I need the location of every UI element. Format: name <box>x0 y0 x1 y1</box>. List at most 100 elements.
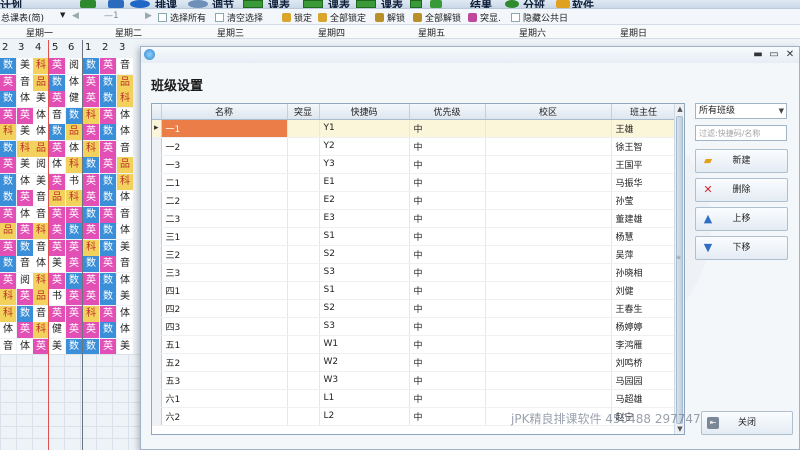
highlight-cell[interactable] <box>287 209 320 228</box>
highlight-cell[interactable] <box>287 389 320 408</box>
schedule-cell[interactable]: 品 <box>117 157 133 173</box>
toolbar-item-timetable-3[interactable]: 课表 <box>381 0 403 8</box>
schedule-cell[interactable]: 英 <box>83 173 99 190</box>
campus-cell[interactable] <box>485 227 612 246</box>
schedule-cell[interactable]: 音 <box>0 338 16 355</box>
schedule-cell[interactable]: 数 <box>66 223 82 239</box>
table-row[interactable]: 二2 E2 中 孙莹 <box>152 191 677 210</box>
class-name-cell[interactable]: 一3 <box>161 155 288 174</box>
lock-all-button[interactable]: 全部锁定 <box>318 11 366 24</box>
schedule-cell[interactable]: 英 <box>100 338 116 355</box>
chevron-down-icon[interactable]: ▼ <box>60 11 65 19</box>
teacher-cell[interactable]: 徐王智 <box>611 137 677 156</box>
schedule-cell[interactable]: 体 <box>33 256 49 272</box>
schedule-cell[interactable]: 体 <box>117 190 133 206</box>
priority-cell[interactable]: 中 <box>409 335 486 354</box>
schedule-cell[interactable]: 英 <box>66 256 82 272</box>
schedule-cell[interactable]: 英 <box>17 289 33 305</box>
schedule-cell[interactable]: 音 <box>33 239 49 256</box>
toolbar-item-timetable-2[interactable]: 课表 <box>328 0 350 8</box>
schedule-cell[interactable]: 品 <box>33 140 49 157</box>
unlock-button[interactable]: 解锁 <box>375 11 405 24</box>
schedule-cell[interactable]: 体 <box>49 157 65 173</box>
schedule-cell[interactable]: 体 <box>33 124 49 140</box>
row-header[interactable] <box>152 389 162 408</box>
schedule-cell[interactable]: 科 <box>117 91 133 107</box>
code-cell[interactable]: E2 <box>319 191 410 210</box>
priority-cell[interactable]: 中 <box>409 317 486 336</box>
highlight-cell[interactable] <box>287 191 320 210</box>
teacher-cell[interactable]: 马园园 <box>611 371 677 390</box>
class-name-cell[interactable]: 三1 <box>161 227 288 246</box>
toolbar-item-result[interactable]: 结果 <box>470 0 492 8</box>
code-cell[interactable]: E3 <box>319 209 410 228</box>
schedule-cell[interactable]: 音 <box>49 107 65 124</box>
highlight-button[interactable]: 突显. <box>468 11 501 24</box>
highlight-cell[interactable] <box>287 353 320 372</box>
schedule-cell[interactable]: 英 <box>100 140 116 157</box>
schedule-cell[interactable]: 阅 <box>33 157 49 173</box>
schedule-cell[interactable]: 英 <box>66 239 82 256</box>
schedule-cell[interactable]: 数 <box>49 124 65 140</box>
schedule-cell[interactable]: 英 <box>83 223 99 239</box>
schedule-cell[interactable]: 体 <box>117 107 133 124</box>
row-header[interactable] <box>152 155 162 174</box>
schedule-cell[interactable]: 科 <box>0 124 16 140</box>
schedule-cell[interactable]: 英 <box>100 305 116 322</box>
class-name-cell[interactable]: 一2 <box>161 137 288 156</box>
schedule-cell[interactable]: 英 <box>83 272 99 289</box>
schedule-cell[interactable]: 科 <box>83 140 99 157</box>
code-cell[interactable]: S1 <box>319 227 410 246</box>
schedule-cell[interactable]: 科 <box>66 157 82 173</box>
row-pointer-icon[interactable]: ▸ <box>152 119 162 138</box>
schedule-cell[interactable]: 数 <box>100 223 116 239</box>
schedule-cell[interactable]: 科 <box>83 107 99 124</box>
schedule-cell[interactable]: 数 <box>83 338 99 355</box>
schedule-cell[interactable]: 体 <box>17 173 33 190</box>
schedule-cell[interactable]: 英 <box>17 190 33 206</box>
schedule-cell[interactable]: 英 <box>66 305 82 322</box>
schedule-cell[interactable]: 数 <box>100 74 116 91</box>
schedule-cell[interactable]: 英 <box>17 322 33 338</box>
priority-cell[interactable]: 中 <box>409 371 486 390</box>
highlight-cell[interactable] <box>287 335 320 354</box>
schedule-cell[interactable]: 书 <box>49 289 65 305</box>
table-row[interactable]: 三3 S3 中 孙晓相 <box>152 263 677 282</box>
highlight-cell[interactable] <box>287 155 320 174</box>
schedule-cell[interactable]: 体 <box>17 338 33 355</box>
hide-public-day-checkbox[interactable]: 隐藏公共日 <box>511 11 568 24</box>
highlight-cell[interactable] <box>287 119 320 138</box>
schedule-cell[interactable]: 数 <box>0 58 16 74</box>
teacher-cell[interactable]: 杨慧 <box>611 227 677 246</box>
priority-cell[interactable]: 中 <box>409 209 486 228</box>
schedule-cell[interactable]: 体 <box>117 322 133 338</box>
campus-cell[interactable] <box>485 191 612 210</box>
priority-cell[interactable]: 中 <box>409 353 486 372</box>
column-header-name[interactable]: 名称 <box>161 104 288 120</box>
campus-cell[interactable] <box>485 209 612 228</box>
code-cell[interactable]: S3 <box>319 263 410 282</box>
nav-right-icon[interactable]: ▶ <box>145 11 152 21</box>
row-header[interactable] <box>152 191 162 210</box>
schedule-cell[interactable]: 数 <box>83 157 99 173</box>
schedule-cell[interactable]: 美 <box>117 239 133 256</box>
highlight-cell[interactable] <box>287 173 320 192</box>
teacher-cell[interactable]: 李鸿雁 <box>611 335 677 354</box>
schedule-cell[interactable]: 美 <box>49 256 65 272</box>
schedule-cell[interactable]: 科 <box>83 239 99 256</box>
toolbar-item-adjust[interactable]: 调节 <box>212 0 234 8</box>
schedule-cell[interactable]: 英 <box>17 107 33 124</box>
schedule-cell[interactable]: 数 <box>17 239 33 256</box>
schedule-cell[interactable]: 数 <box>100 239 116 256</box>
schedule-cell[interactable]: 英 <box>100 256 116 272</box>
table-row[interactable]: 五3 W3 中 马园园 <box>152 371 677 390</box>
schedule-cell[interactable]: 科 <box>33 272 49 289</box>
schedule-cell[interactable]: 英 <box>0 74 16 91</box>
schedule-cell[interactable]: 英 <box>100 157 116 173</box>
row-header[interactable] <box>152 371 162 390</box>
toolbar-item-timetable-1[interactable]: 课表 <box>268 0 290 8</box>
schedule-cell[interactable]: 英 <box>66 322 82 338</box>
schedule-cell[interactable]: 体 <box>33 107 49 124</box>
schedule-cell[interactable]: 体 <box>117 272 133 289</box>
schedule-cell[interactable]: 品 <box>117 74 133 91</box>
